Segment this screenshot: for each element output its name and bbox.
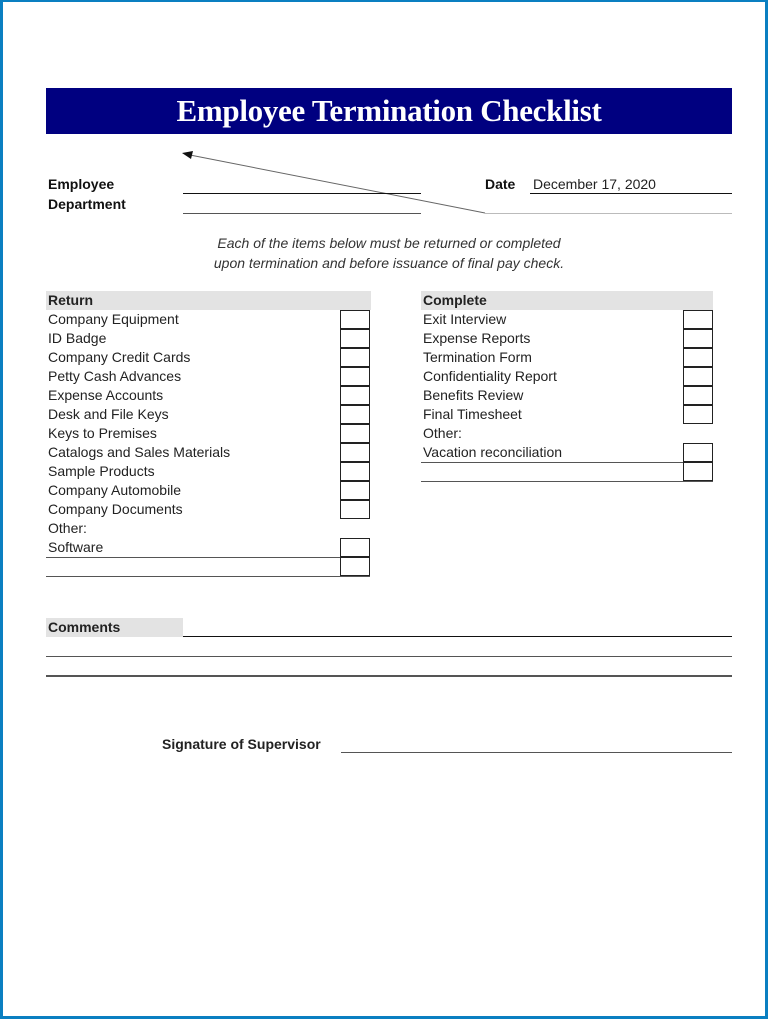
other-item-underline [421, 462, 713, 463]
checkbox[interactable] [340, 310, 370, 329]
checkbox[interactable] [340, 500, 370, 519]
title-banner: Employee Termination Checklist [46, 88, 732, 134]
checklist-item-label: Company Documents [48, 501, 183, 517]
other-item-field[interactable]: Software [48, 538, 103, 557]
checklist-item-label: Termination Form [423, 349, 532, 365]
page-title: Employee Termination Checklist [176, 93, 602, 128]
comments-line-3[interactable] [46, 675, 732, 677]
checkbox[interactable] [340, 443, 370, 462]
checkbox[interactable] [340, 329, 370, 348]
checklist-item-label: Keys to Premises [48, 425, 157, 441]
checkbox[interactable] [340, 424, 370, 443]
checklist-item-label: Exit Interview [423, 311, 507, 327]
complete-header: Complete [421, 291, 713, 310]
checkbox[interactable] [683, 405, 713, 424]
arrow-line [189, 154, 486, 214]
checkbox[interactable] [340, 386, 370, 405]
complete-header-label: Complete [423, 292, 487, 308]
instructions-line-1: Each of the items below must be returned… [217, 235, 561, 251]
checkbox[interactable] [683, 462, 713, 481]
checklist-item-label: Sample Products [48, 463, 155, 479]
checklist-item-label: Company Automobile [48, 482, 182, 498]
date-divider [485, 213, 732, 214]
checklist-item-label: Company Equipment [48, 311, 179, 327]
checkbox[interactable] [683, 310, 713, 329]
comments-label: Comments [46, 618, 183, 637]
checkbox[interactable] [683, 348, 713, 367]
other-label: Other: [423, 425, 462, 441]
checkbox[interactable] [683, 386, 713, 405]
checkbox[interactable] [340, 348, 370, 367]
employee-label: Employee [48, 176, 115, 192]
other-item-underline [46, 576, 370, 577]
checklist-item-label: Catalogs and Sales Materials [48, 444, 231, 460]
checkbox[interactable] [683, 443, 713, 462]
department-label: Department [48, 196, 126, 212]
other-label: Other: [48, 520, 87, 536]
checkbox[interactable] [340, 462, 370, 481]
other-item-underline [46, 557, 370, 558]
signature-label: Signature of Supervisor [162, 736, 321, 752]
comments-line-1[interactable] [183, 636, 732, 637]
employee-field[interactable] [183, 193, 421, 194]
arrow-head-icon [182, 151, 193, 159]
checkbox[interactable] [340, 557, 370, 576]
checklist-item-label: ID Badge [48, 330, 107, 346]
checkbox[interactable] [683, 367, 713, 386]
comments-line-2[interactable] [46, 656, 732, 657]
other-item-underline [421, 481, 713, 482]
checklist-item-label: Benefits Review [423, 387, 524, 403]
department-field[interactable] [183, 213, 421, 214]
checklist-item-label: Desk and File Keys [48, 406, 169, 422]
return-header-label: Return [48, 292, 94, 308]
date-field-underline [530, 193, 732, 194]
instructions-line-2: upon termination and before issuance of … [213, 255, 565, 271]
signature-field[interactable] [341, 752, 732, 753]
checklist-item-label: Company Credit Cards [48, 349, 191, 365]
date-value[interactable]: December 17, 2020 [533, 176, 656, 192]
checklist-item-label: Confidentiality Report [423, 368, 557, 384]
date-label: Date [485, 176, 516, 192]
checkbox[interactable] [340, 538, 370, 557]
checkbox[interactable] [340, 405, 370, 424]
checklist-item-label: Final Timesheet [423, 406, 522, 422]
checkbox[interactable] [340, 367, 370, 386]
return-header: Return [46, 291, 371, 310]
other-item-field[interactable]: Vacation reconciliation [423, 443, 562, 462]
comments-label-text: Comments [48, 619, 121, 635]
checklist-item-label: Expense Accounts [48, 387, 164, 403]
checklist-item-label: Expense Reports [423, 330, 531, 346]
checkbox[interactable] [340, 481, 370, 500]
checklist-item-label: Petty Cash Advances [48, 368, 182, 384]
checkbox[interactable] [683, 329, 713, 348]
